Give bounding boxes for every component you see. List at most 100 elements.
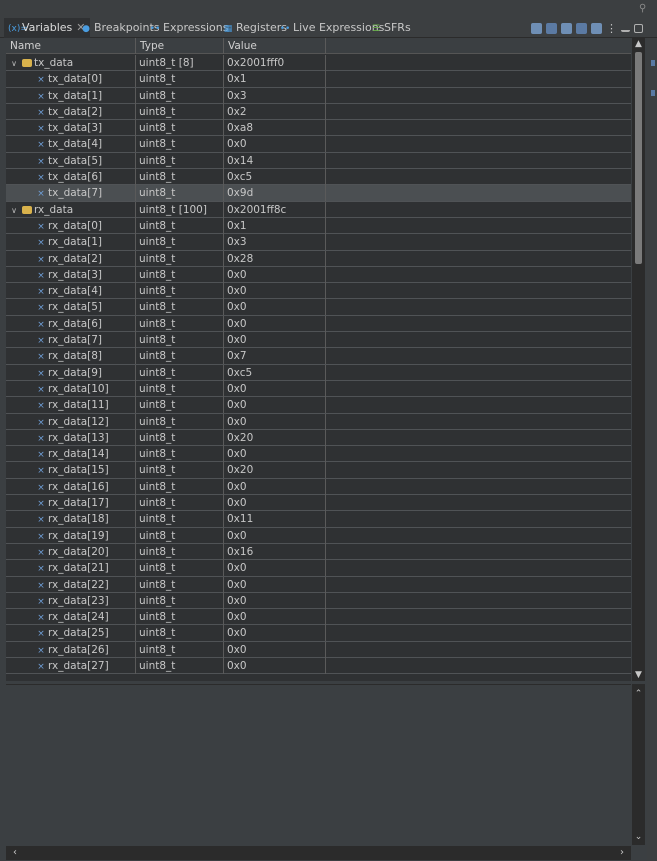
tab-expressions[interactable]: •• Expressions — [149, 18, 229, 38]
table-row[interactable]: × rx_data[22] uint8_t 0x0 — [6, 576, 631, 593]
variable-value-cell[interactable]: 0x0 — [224, 560, 326, 577]
table-row[interactable]: × tx_data[7] uint8_t 0x9d — [6, 185, 631, 202]
table-row[interactable]: × rx_data[9] uint8_t 0xc5 — [6, 364, 631, 381]
scroll-up-icon[interactable]: ▲ — [632, 38, 645, 50]
scroll-left-icon[interactable]: ‹ — [8, 846, 22, 860]
tab-breakpoints[interactable]: ● Breakpoints — [80, 18, 159, 38]
scroll-down-icon[interactable]: ▼ — [632, 669, 645, 681]
variable-value-cell[interactable]: 0x0 — [224, 380, 326, 397]
table-row[interactable]: × rx_data[17] uint8_t 0x0 — [6, 495, 631, 512]
variable-value-cell[interactable]: 0x7 — [224, 348, 326, 365]
variable-value-cell[interactable]: 0x0 — [224, 592, 326, 609]
variable-value-cell[interactable]: 0x1 — [224, 217, 326, 234]
variable-value-cell[interactable]: 0x0 — [224, 576, 326, 593]
tree-row-array[interactable]: ∨ tx_data uint8_t [8] 0x2001fff0 — [6, 55, 631, 72]
table-row[interactable]: × rx_data[25] uint8_t 0x0 — [6, 625, 631, 642]
tab-live-expressions[interactable]: •• Live Expressions — [279, 18, 385, 38]
table-row[interactable]: × rx_data[10] uint8_t 0x0 — [6, 380, 631, 398]
variable-value-cell[interactable]: 0x0 — [224, 495, 326, 512]
variable-value-cell[interactable]: 0x16 — [224, 543, 326, 560]
table-row[interactable]: × rx_data[8] uint8_t 0x7 — [6, 348, 631, 365]
variable-value-cell[interactable]: 0x0 — [224, 446, 326, 463]
show-type-names-icon[interactable] — [531, 22, 542, 34]
table-row[interactable]: × rx_data[5] uint8_t 0x0 — [6, 299, 631, 316]
table-row[interactable]: × rx_data[1] uint8_t 0x3 — [6, 234, 631, 251]
variable-value-cell[interactable]: 0x2001fff0 — [224, 55, 326, 71]
scroll-up-icon[interactable]: ⌃ — [632, 688, 645, 700]
chevron-down-icon[interactable]: ∨ — [9, 56, 19, 71]
table-row[interactable]: × rx_data[13] uint8_t 0x20 — [6, 429, 631, 447]
variable-value-cell[interactable]: 0x1 — [224, 71, 326, 88]
variable-value-cell[interactable]: 0x14 — [224, 152, 326, 169]
detail-pane[interactable] — [6, 684, 631, 845]
table-row[interactable]: × tx_data[0] uint8_t 0x1 — [6, 71, 631, 88]
table-row[interactable]: × rx_data[6] uint8_t 0x0 — [6, 315, 631, 333]
view-menu-icon[interactable]: ⋮ — [606, 23, 617, 34]
variable-value-cell[interactable]: 0x0 — [224, 478, 326, 495]
table-row[interactable]: × tx_data[5] uint8_t 0x14 — [6, 152, 631, 170]
column-header-value[interactable]: Value — [224, 38, 326, 54]
tab-sfrs[interactable]: ☰ SFRs — [370, 18, 411, 38]
variable-value-cell[interactable]: 0x0 — [224, 413, 326, 430]
variable-value-cell[interactable]: 0xa8 — [224, 120, 326, 137]
table-row[interactable]: × rx_data[2] uint8_t 0x28 — [6, 250, 631, 267]
tab-variables[interactable]: (x)=Variables ✕ — [4, 18, 90, 38]
variable-value-cell[interactable]: 0x0 — [224, 625, 326, 642]
table-row[interactable]: × rx_data[18] uint8_t 0x11 — [6, 511, 631, 528]
table-row[interactable]: × rx_data[24] uint8_t 0x0 — [6, 609, 631, 626]
variable-value-cell[interactable]: 0x20 — [224, 462, 326, 479]
tree-row-array[interactable]: ∨ rx_data uint8_t [100] 0x2001ff8c — [6, 201, 631, 218]
table-row[interactable]: × rx_data[14] uint8_t 0x0 — [6, 446, 631, 463]
variable-value-cell[interactable]: 0x0 — [224, 283, 326, 300]
detail-vertical-scrollbar[interactable]: ⌃ ⌄ — [632, 684, 645, 845]
remove-global-variables-icon[interactable] — [591, 22, 602, 34]
table-row[interactable]: × tx_data[2] uint8_t 0x2 — [6, 103, 631, 121]
variable-value-cell[interactable]: 0x2 — [224, 103, 326, 120]
table-row[interactable]: × tx_data[6] uint8_t 0xc5 — [6, 169, 631, 186]
table-row[interactable]: × rx_data[20] uint8_t 0x16 — [6, 543, 631, 561]
variable-value-cell[interactable]: 0x2001ff8c — [224, 201, 326, 218]
variable-value-cell[interactable]: 0x0 — [224, 641, 326, 658]
variable-value-cell[interactable]: 0x9d — [224, 185, 326, 202]
table-row[interactable]: × rx_data[7] uint8_t 0x0 — [6, 332, 631, 349]
table-row[interactable]: × tx_data[4] uint8_t 0x0 — [6, 136, 631, 153]
table-row[interactable]: × rx_data[19] uint8_t 0x0 — [6, 527, 631, 544]
search-icon[interactable]: ⚲ — [639, 3, 649, 14]
variable-value-cell[interactable]: 0x20 — [224, 429, 326, 446]
tree-vertical-scrollbar[interactable]: ▲ ▼ — [632, 38, 645, 681]
variable-value-cell[interactable]: 0x0 — [224, 315, 326, 332]
variable-value-cell[interactable]: 0x3 — [224, 87, 326, 104]
table-row[interactable]: × rx_data[11] uint8_t 0x0 — [6, 397, 631, 414]
variable-value-cell[interactable]: 0x3 — [224, 234, 326, 251]
scroll-right-icon[interactable]: › — [615, 846, 629, 860]
table-row[interactable]: × tx_data[1] uint8_t 0x3 — [6, 87, 631, 104]
variable-value-cell[interactable]: 0x0 — [224, 397, 326, 414]
show-logical-structure-icon[interactable] — [546, 22, 557, 34]
maximize-icon[interactable] — [634, 23, 643, 33]
scroll-down-icon[interactable]: ⌄ — [632, 831, 645, 843]
scroll-thumb[interactable] — [635, 52, 642, 264]
column-header-type[interactable]: Type — [136, 38, 224, 54]
minimize-icon[interactable] — [621, 25, 630, 32]
variable-value-cell[interactable]: 0x0 — [224, 136, 326, 153]
table-row[interactable]: × rx_data[23] uint8_t 0x0 — [6, 592, 631, 610]
table-row[interactable]: × rx_data[21] uint8_t 0x0 — [6, 560, 631, 577]
table-row[interactable]: × rx_data[12] uint8_t 0x0 — [6, 413, 631, 430]
table-row[interactable]: × rx_data[27] uint8_t 0x0 — [6, 657, 631, 675]
chevron-down-icon[interactable]: ∨ — [9, 203, 19, 218]
tab-registers[interactable]: ▦ Registers — [222, 18, 287, 38]
table-row[interactable]: × rx_data[3] uint8_t 0x0 — [6, 266, 631, 284]
table-row[interactable]: × tx_data[3] uint8_t 0xa8 — [6, 120, 631, 137]
variable-value-cell[interactable]: 0xc5 — [224, 169, 326, 186]
variable-value-cell[interactable]: 0x28 — [224, 250, 326, 267]
table-row[interactable]: × rx_data[26] uint8_t 0x0 — [6, 641, 631, 658]
variable-value-cell[interactable]: 0x0 — [224, 609, 326, 626]
variable-value-cell[interactable]: 0xc5 — [224, 364, 326, 381]
table-row[interactable]: × rx_data[0] uint8_t 0x1 — [6, 217, 631, 235]
add-global-variables-icon[interactable] — [576, 22, 587, 34]
column-header-name[interactable]: Name — [6, 38, 136, 54]
variable-value-cell[interactable]: 0x0 — [224, 657, 326, 674]
collapse-all-icon[interactable] — [561, 22, 572, 34]
variable-value-cell[interactable]: 0x0 — [224, 332, 326, 349]
horizontal-scrollbar[interactable]: ‹ › — [6, 846, 631, 860]
